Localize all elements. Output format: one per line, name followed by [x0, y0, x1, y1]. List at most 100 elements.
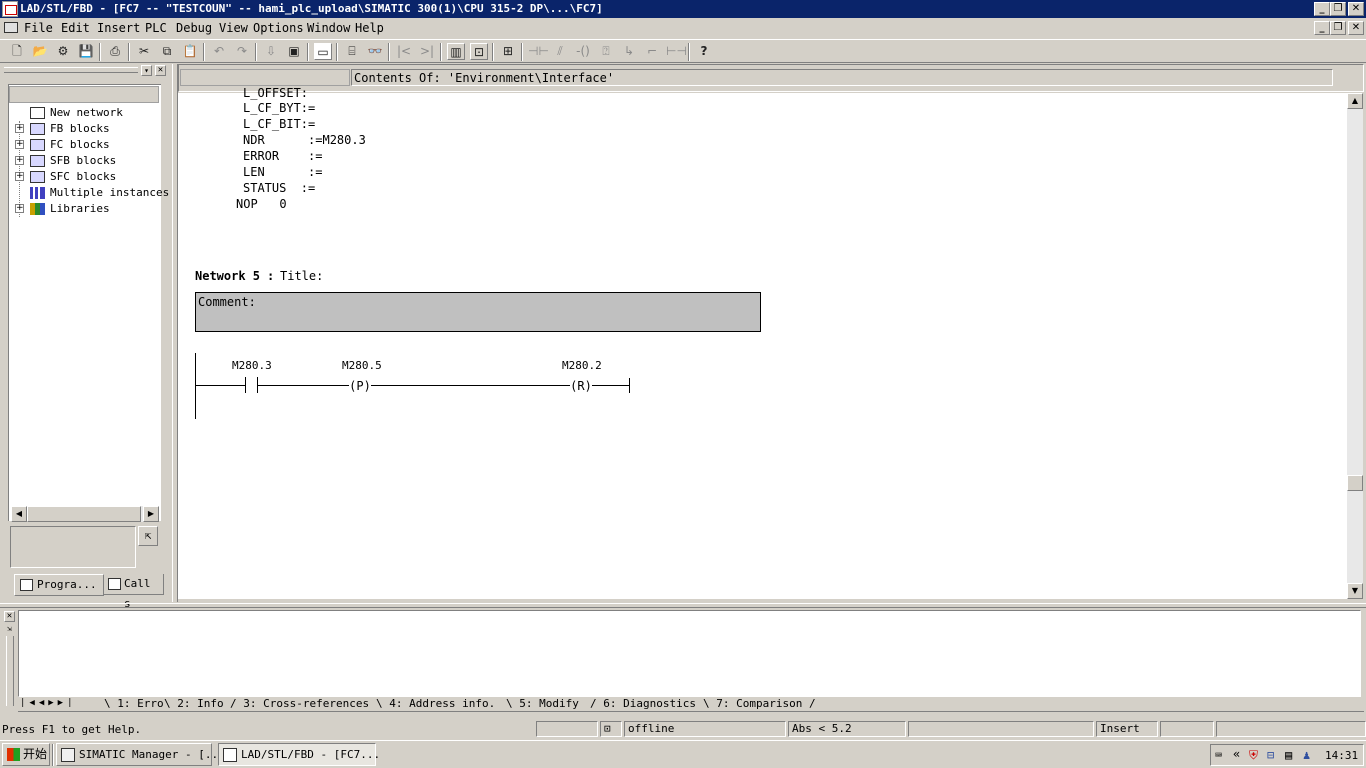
- device-icon[interactable]: ▤: [1285, 748, 1292, 762]
- redo-icon[interactable]: ↷: [233, 43, 251, 60]
- empty-box-icon[interactable]: ⍰: [597, 43, 615, 60]
- tray-expand-icon[interactable]: «: [1233, 747, 1240, 761]
- expand-icon[interactable]: +: [15, 172, 24, 181]
- panel-close-icon[interactable]: ✕: [155, 65, 166, 76]
- normally-open-contact-icon[interactable]: ⊣⊢: [528, 43, 549, 60]
- print-icon[interactable]: ⎙: [106, 43, 124, 60]
- network-start-icon[interactable]: |<: [395, 43, 413, 60]
- program-elements-icon[interactable]: ⌸: [343, 43, 361, 60]
- tree-item-multiple-instances[interactable]: Multiple instances: [9, 185, 169, 201]
- new-network-icon[interactable]: ⊞: [499, 43, 517, 60]
- task-lad-stl-fbd[interactable]: LAD/STL/FBD - [FC7...: [218, 743, 380, 766]
- normally-closed-contact-icon[interactable]: ⫽: [551, 43, 569, 60]
- scroll-thumb[interactable]: [27, 506, 141, 522]
- shield-icon[interactable]: ⛨: [1249, 748, 1258, 763]
- scroll-up-icon[interactable]: ▲: [1347, 93, 1363, 109]
- tree-item-sfb-blocks[interactable]: + SFB blocks: [9, 153, 159, 169]
- document-icon[interactable]: [4, 22, 18, 33]
- p-coil[interactable]: (P): [349, 377, 371, 395]
- menu-options[interactable]: Options: [253, 18, 304, 38]
- doc-restore-button[interactable]: ❐: [1330, 21, 1346, 35]
- menu-plc[interactable]: PLC: [145, 18, 167, 38]
- tab-program-elements[interactable]: Progra...: [14, 574, 104, 596]
- user-icon[interactable]: ♟: [1303, 748, 1310, 762]
- save-icon[interactable]: 💾: [77, 43, 95, 60]
- scroll-right-icon[interactable]: ▶: [143, 506, 159, 522]
- tab-navigation-icon[interactable]: |◀◀▶▶|: [20, 697, 90, 711]
- doc-minimize-button[interactable]: _: [1314, 21, 1330, 35]
- p-coil-address[interactable]: M280.5: [342, 359, 382, 372]
- network-title[interactable]: Title:: [280, 268, 323, 284]
- expand-icon[interactable]: +: [15, 124, 24, 133]
- tree-item-new-network[interactable]: New network: [9, 105, 159, 121]
- output-close-icon[interactable]: ✕: [4, 611, 15, 622]
- tree-item-fb-blocks[interactable]: + FB blocks: [9, 121, 159, 137]
- scroll-thumb[interactable]: [1347, 475, 1363, 491]
- tab-call-structure[interactable]: Call s: [104, 574, 164, 610]
- tree-item-fc-blocks[interactable]: + FC blocks: [9, 137, 159, 153]
- expand-icon[interactable]: +: [15, 204, 24, 213]
- open-branch-icon[interactable]: ↳: [620, 43, 638, 60]
- open-icon[interactable]: 📂: [31, 43, 49, 60]
- tab-cross-references[interactable]: / 3: Cross-references: [230, 697, 369, 712]
- monitor-icon[interactable]: ▣: [285, 43, 303, 60]
- close-button[interactable]: ✕: [1348, 2, 1364, 16]
- tree-item-sfc-blocks[interactable]: + SFC blocks: [9, 169, 159, 185]
- restore-button[interactable]: ❐: [1330, 2, 1346, 16]
- scroll-left-icon[interactable]: ◀: [11, 506, 27, 522]
- menu-debug[interactable]: Debug: [176, 18, 212, 38]
- contact-address[interactable]: M280.3: [232, 359, 272, 372]
- overview-toggle-icon[interactable]: ⊡: [470, 43, 488, 60]
- call-structure-icon[interactable]: ⇱: [138, 526, 158, 546]
- tab-info[interactable]: \ 2: Info: [164, 697, 224, 712]
- network-comment[interactable]: Comment:: [195, 292, 761, 332]
- connection-icon[interactable]: ⊢⊣: [666, 43, 687, 60]
- menu-file[interactable]: File: [24, 18, 53, 38]
- overview-icon[interactable]: ▭: [314, 43, 332, 60]
- tab-comparison[interactable]: \ 7: Comparison /: [703, 697, 816, 712]
- copy-icon[interactable]: ⧉: [158, 43, 176, 60]
- network-icon[interactable]: ⊟: [1267, 748, 1274, 762]
- task-simatic-manager[interactable]: SIMATIC Manager - [...: [56, 743, 225, 766]
- keyboard-icon[interactable]: ⌨: [1215, 748, 1222, 762]
- output-float-icon[interactable]: ⇲: [4, 624, 15, 633]
- panel-float-button[interactable]: ▾: [141, 65, 152, 76]
- expand-icon[interactable]: +: [15, 156, 24, 165]
- tree-item-libraries[interactable]: + Libraries: [9, 201, 159, 217]
- monitor-on-off-icon[interactable]: 👓: [366, 43, 384, 60]
- editor-area[interactable]: L_OFFSET: L_CF_BYT:= L_CF_BIT:= NDR :=M2…: [178, 86, 1347, 599]
- undo-icon[interactable]: ↶: [210, 43, 228, 60]
- editor-vscrollbar[interactable]: ▲ ▼: [1347, 93, 1363, 599]
- tab-address-info[interactable]: \ 4: Address info.: [376, 697, 495, 712]
- panel-grip[interactable]: [4, 67, 138, 73]
- minimize-button[interactable]: _: [1314, 2, 1330, 16]
- coil-icon[interactable]: -(): [574, 43, 592, 60]
- doc-close-button[interactable]: ✕: [1348, 21, 1364, 35]
- accessible-nodes-icon[interactable]: ⚙: [54, 43, 72, 60]
- horizontal-splitter[interactable]: [0, 603, 1366, 608]
- element-tree[interactable]: New network + FB blocks + FC blocks + SF…: [8, 84, 169, 522]
- expand-icon[interactable]: +: [15, 140, 24, 149]
- tab-diagnostics[interactable]: / 6: Diagnostics: [590, 697, 696, 712]
- help-icon[interactable]: ?: [695, 43, 713, 60]
- reset-coil-address[interactable]: M280.2: [562, 359, 602, 372]
- tab-modify[interactable]: \ 5: Modify: [506, 697, 579, 712]
- cut-icon[interactable]: ✂: [135, 43, 153, 60]
- output-grip[interactable]: [6, 636, 14, 706]
- paste-icon[interactable]: 📋: [181, 43, 199, 60]
- new-icon[interactable]: 🗋: [8, 43, 26, 60]
- menu-help[interactable]: Help: [355, 18, 384, 38]
- menu-view[interactable]: View: [219, 18, 248, 38]
- network-end-icon[interactable]: >|: [418, 43, 436, 60]
- scroll-down-icon[interactable]: ▼: [1347, 583, 1363, 599]
- tab-error[interactable]: \ 1: Error: [104, 697, 170, 712]
- menu-insert[interactable]: Insert: [97, 18, 140, 38]
- menu-window[interactable]: Window: [307, 18, 350, 38]
- download-icon[interactable]: ⇩: [262, 43, 280, 60]
- reset-coil[interactable]: (R): [570, 377, 592, 395]
- start-button[interactable]: 开始: [2, 743, 50, 766]
- menu-edit[interactable]: Edit: [61, 18, 90, 38]
- close-branch-icon[interactable]: ⌐: [643, 43, 661, 60]
- tree-hscrollbar[interactable]: ◀ ▶: [11, 506, 159, 522]
- output-window[interactable]: [18, 610, 1361, 697]
